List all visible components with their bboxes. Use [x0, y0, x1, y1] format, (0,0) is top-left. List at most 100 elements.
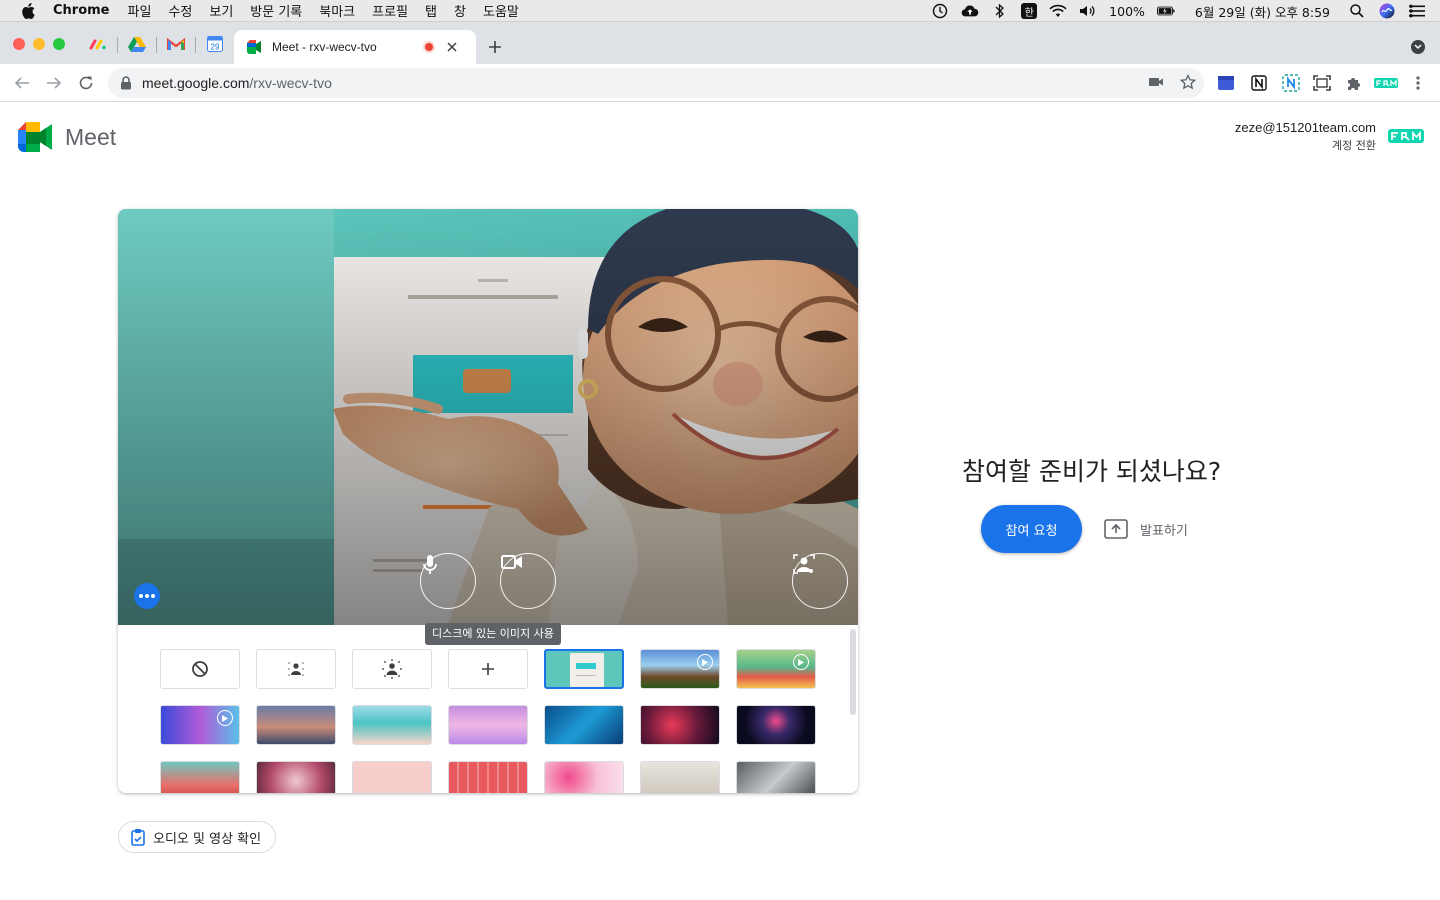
reload-icon[interactable] — [76, 73, 96, 93]
switch-account-link[interactable]: 계정 전환 — [1332, 137, 1376, 153]
google-meet-logo-icon[interactable] — [18, 122, 54, 152]
window-minimize-button[interactable] — [33, 38, 45, 50]
ready-to-join-title: 참여할 준비가 되셨나요? — [962, 457, 1222, 486]
background-nebula-tile[interactable] — [640, 705, 720, 745]
tab-search-icon[interactable] — [1411, 40, 1425, 54]
extension-blue-square-icon[interactable] — [1216, 73, 1236, 93]
background-clouds-tile[interactable] — [448, 705, 528, 745]
menu-history[interactable]: 방문 기록 — [250, 1, 302, 20]
chrome-menu-icon[interactable] — [1408, 73, 1428, 93]
tab-meet[interactable]: Meet - rxv-wecv-tvo — [234, 30, 476, 64]
control-center-icon[interactable] — [1408, 3, 1426, 19]
video-preview-card — [118, 209, 858, 793]
spotlight-search-icon[interactable] — [1348, 3, 1366, 19]
menu-profiles[interactable]: 프로필 — [372, 1, 408, 20]
background-petals-tile[interactable] — [544, 761, 624, 793]
screen-capture-icon[interactable] — [1312, 73, 1332, 93]
google-drive-icon — [128, 37, 146, 52]
menu-window[interactable]: 창 — [454, 1, 466, 20]
window-zoom-button[interactable] — [53, 38, 65, 50]
back-icon[interactable] — [12, 73, 32, 93]
background-fireworks-tile[interactable] — [736, 705, 816, 745]
extensions-puzzle-icon[interactable] — [1344, 73, 1364, 93]
apple-menu-icon[interactable] — [19, 2, 37, 20]
battery-percent: 100% — [1109, 3, 1145, 19]
background-interior-tile[interactable] — [640, 761, 720, 793]
background-slight-blur-tile[interactable] — [256, 649, 336, 689]
notion-icon[interactable] — [1249, 73, 1269, 93]
lock-icon[interactable] — [120, 76, 132, 90]
upload-background-tile[interactable] — [448, 649, 528, 689]
google-calendar-icon: 29 — [207, 36, 223, 52]
camera-toggle-button[interactable] — [500, 553, 556, 609]
menu-bookmarks[interactable]: 북마크 — [319, 1, 355, 20]
account-org-logo-icon — [1388, 129, 1424, 143]
app-name-menu[interactable]: Chrome — [53, 3, 110, 18]
background-picker-scrollbar[interactable] — [850, 629, 856, 715]
menu-edit[interactable]: 수정 — [168, 1, 192, 20]
animated-play-icon — [217, 710, 233, 726]
wifi-icon[interactable] — [1049, 3, 1067, 19]
microphone-toggle-button[interactable] — [420, 553, 476, 609]
background-pattern-tile[interactable] — [448, 761, 528, 793]
volume-icon[interactable] — [1079, 3, 1097, 19]
menubar-datetime[interactable]: 6월 29일 (화) 오후 8:59 — [1195, 2, 1330, 21]
tab-close-icon[interactable] — [445, 40, 459, 54]
background-office-tile[interactable] — [736, 761, 816, 793]
memoji-background-preview — [118, 209, 858, 625]
siri-icon[interactable] — [1378, 3, 1396, 19]
background-underwater-tile[interactable] — [544, 705, 624, 745]
background-effects-icon — [793, 554, 815, 574]
background-effects-button[interactable] — [792, 553, 848, 609]
camera-in-use-icon[interactable] — [1148, 74, 1164, 94]
address-bar[interactable]: meet.google.com/rxv-wecv-tvo — [108, 68, 1204, 98]
background-blur-tile[interactable] — [352, 649, 432, 689]
extension-n-icon[interactable] — [1281, 73, 1301, 93]
present-button[interactable]: 발표하기 — [1104, 515, 1188, 543]
upload-image-tooltip: 디스크에 있는 이미지 사용 — [425, 623, 561, 645]
ask-to-join-button[interactable]: 참여 요청 — [981, 505, 1082, 553]
input-source-icon[interactable]: 한 — [1021, 3, 1038, 19]
menu-help[interactable]: 도움말 — [483, 1, 519, 20]
menu-view[interactable]: 보기 — [209, 1, 233, 20]
pinned-tab-monday[interactable] — [89, 35, 107, 53]
url-text[interactable]: meet.google.com/rxv-wecv-tvo — [142, 75, 332, 91]
new-tab-icon[interactable] — [486, 38, 504, 56]
more-options-button[interactable] — [134, 583, 160, 609]
animated-play-icon — [793, 654, 809, 670]
window-close-button[interactable] — [13, 38, 25, 50]
pinned-tab-drive[interactable] — [128, 35, 146, 53]
pinned-tab-gmail[interactable] — [167, 35, 185, 53]
bookmark-star-icon[interactable] — [1179, 73, 1197, 94]
check-audio-video-button[interactable]: 오디오 및 영상 확인 — [118, 821, 277, 853]
background-video-forest-tile[interactable] — [640, 649, 720, 689]
background-pink-dots-tile[interactable] — [352, 761, 432, 793]
background-sunset-tile[interactable] — [256, 705, 336, 745]
pinned-tab-calendar[interactable]: 29 — [206, 35, 224, 53]
background-video-party-tile[interactable] — [736, 649, 816, 689]
background-none-tile[interactable] — [160, 649, 240, 689]
background-video-classroom-tile[interactable] — [160, 705, 240, 745]
battery-charging-icon[interactable] — [1156, 3, 1175, 19]
menu-tab[interactable]: 탭 — [425, 1, 437, 20]
bluetooth-icon[interactable] — [991, 3, 1009, 19]
profile-avatar-icon[interactable] — [1374, 73, 1398, 93]
timer-icon[interactable] — [931, 3, 949, 19]
monday-icon — [89, 39, 106, 50]
forward-icon[interactable] — [44, 73, 64, 93]
google-meet-favicon — [247, 40, 261, 54]
menu-file[interactable]: 파일 — [128, 1, 152, 20]
meet-wordmark[interactable]: Meet — [65, 124, 116, 151]
video-camera-icon — [501, 555, 522, 569]
browser-toolbar: meet.google.com/rxv-wecv-tvo — [0, 64, 1440, 102]
background-flowers-tile[interactable] — [160, 761, 240, 793]
background-roses-tile[interactable] — [256, 761, 336, 793]
tab-title: Meet - rxv-wecv-tvo — [272, 40, 377, 54]
cloud-upload-icon[interactable] — [961, 3, 979, 19]
background-beach-tile[interactable] — [352, 705, 432, 745]
background-picker-grid — [118, 625, 858, 793]
slight-blur-icon — [288, 662, 304, 676]
background-custom-image-tile[interactable] — [544, 649, 624, 689]
tab-separator — [195, 37, 196, 53]
present-screen-icon — [1104, 519, 1128, 539]
